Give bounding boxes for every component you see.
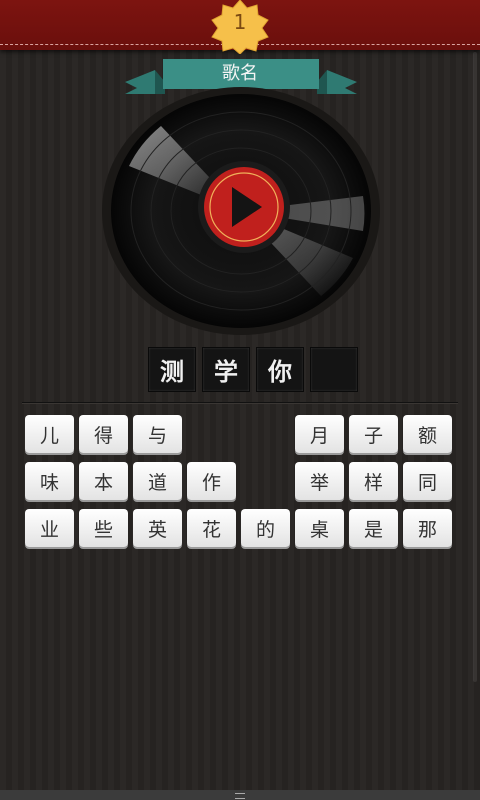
play-button[interactable] bbox=[197, 160, 291, 254]
char-key[interactable]: 儿 bbox=[25, 415, 74, 453]
char-key[interactable]: 与 bbox=[133, 415, 182, 453]
song-title-label: 歌名 bbox=[222, 63, 258, 84]
answer-slot[interactable] bbox=[310, 347, 358, 392]
char-key[interactable]: 花 bbox=[187, 509, 236, 547]
char-key[interactable]: 本 bbox=[79, 462, 128, 500]
char-key[interactable]: 同 bbox=[403, 462, 452, 500]
level-badge: 1 bbox=[209, 0, 271, 55]
char-key[interactable]: 得 bbox=[79, 415, 128, 453]
char-key[interactable]: 样 bbox=[349, 462, 398, 500]
scrollbar[interactable] bbox=[473, 52, 477, 682]
answer-slot[interactable]: 你 bbox=[256, 347, 304, 392]
answer-slot[interactable]: 学 bbox=[202, 347, 250, 392]
char-key[interactable]: 那 bbox=[403, 509, 452, 547]
char-key[interactable]: 英 bbox=[133, 509, 182, 547]
char-key[interactable]: 业 bbox=[25, 509, 74, 547]
answer-slot[interactable]: 测 bbox=[148, 347, 196, 392]
char-key[interactable]: 的 bbox=[241, 509, 290, 547]
menu-handle-icon[interactable] bbox=[235, 793, 245, 799]
char-key[interactable]: 道 bbox=[133, 462, 182, 500]
char-key[interactable]: 是 bbox=[349, 509, 398, 547]
char-key[interactable]: 额 bbox=[403, 415, 452, 453]
answer-slots: 测 学 你 bbox=[148, 347, 358, 392]
char-key[interactable]: 味 bbox=[25, 462, 74, 500]
char-key[interactable]: 作 bbox=[187, 462, 236, 500]
char-key[interactable]: 些 bbox=[79, 509, 128, 547]
bottom-bar bbox=[0, 790, 480, 800]
char-key[interactable]: 子 bbox=[349, 415, 398, 453]
divider bbox=[22, 402, 458, 404]
char-key[interactable]: 月 bbox=[295, 415, 344, 453]
char-key[interactable]: 桌 bbox=[295, 509, 344, 547]
char-key[interactable]: 举 bbox=[295, 462, 344, 500]
level-number: 1 bbox=[233, 10, 247, 34]
